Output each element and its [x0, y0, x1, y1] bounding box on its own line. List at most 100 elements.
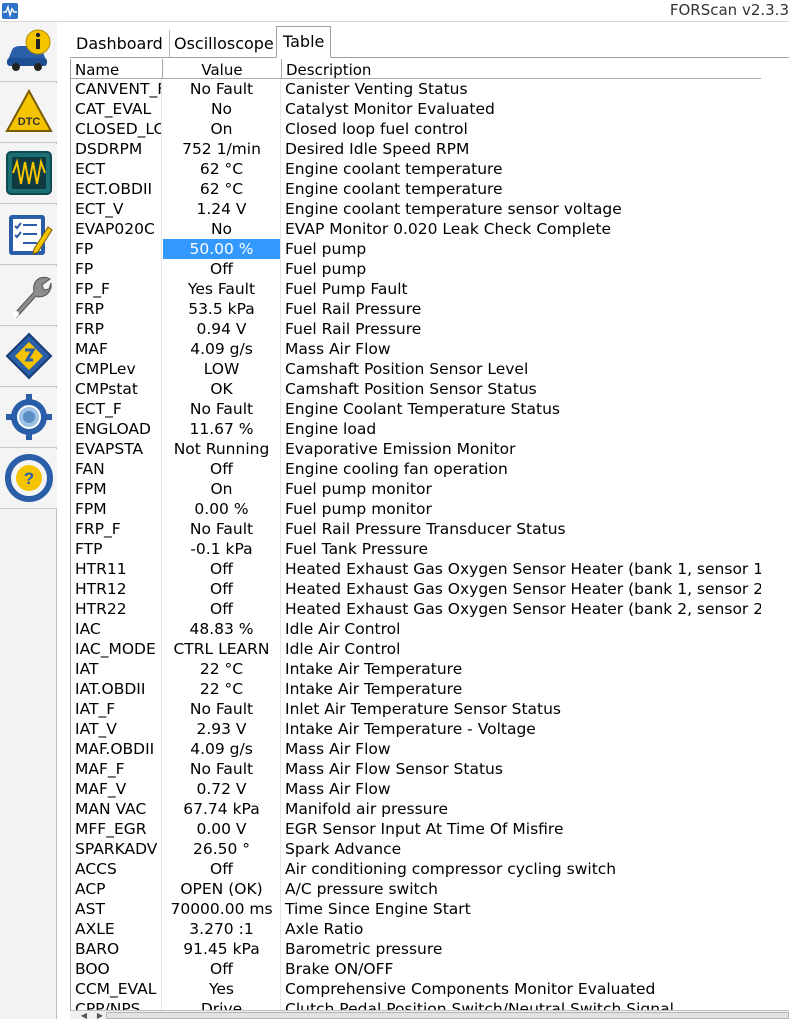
table-row[interactable]: ECT_V 1.24 V Engine coolant temperature se… [71, 199, 789, 219]
value-cell[interactable]: 62 °C [163, 159, 281, 179]
description-cell[interactable]: Air conditioning compressor cycling swit… [282, 859, 762, 879]
column-header-description[interactable]: Description [282, 59, 762, 79]
name-cell[interactable]: IAT_V [71, 719, 162, 739]
table-row[interactable]: FP_F Yes Fault Fuel Pump Fault [71, 279, 789, 299]
table-row[interactable]: ECT 62 °C Engine coolant temperature [71, 159, 789, 179]
description-cell[interactable]: Comprehensive Components Monitor Evaluat… [282, 979, 762, 999]
description-cell[interactable]: Intake Air Temperature [282, 659, 762, 679]
name-cell[interactable]: HTR11 [71, 559, 162, 579]
value-cell[interactable]: Yes Fault [163, 279, 281, 299]
name-cell[interactable]: FRP [71, 299, 162, 319]
value-cell[interactable]: On [163, 119, 281, 139]
sidebar-item-oscilloscope[interactable] [0, 144, 57, 204]
description-cell[interactable]: Mass Air Flow Sensor Status [282, 759, 762, 779]
value-cell[interactable]: 70000.00 ms [163, 899, 281, 919]
sidebar-item-service[interactable] [0, 266, 57, 326]
table-row[interactable]: CPP/NPS Drive Clutch Pedal Position Switch… [71, 999, 789, 1010]
sidebar-item-configuration[interactable] [0, 327, 57, 387]
value-cell[interactable]: 752 1/min [163, 139, 281, 159]
description-cell[interactable]: Camshaft Position Sensor Status [282, 379, 762, 399]
column-header-name[interactable]: Name [71, 59, 163, 79]
value-cell[interactable]: OK [163, 379, 281, 399]
name-cell[interactable]: FP [71, 239, 162, 259]
description-cell[interactable]: Engine Coolant Temperature Status [282, 399, 762, 419]
description-cell[interactable]: Engine cooling fan operation [282, 459, 762, 479]
name-cell[interactable]: CAT_EVAL [71, 99, 162, 119]
table-row[interactable]: CMPLev LOW Camshaft Position Sensor Level [71, 359, 789, 379]
value-cell[interactable]: 62 °C [163, 179, 281, 199]
name-cell[interactable]: FRP_F [71, 519, 162, 539]
description-cell[interactable]: Evaporative Emission Monitor [282, 439, 762, 459]
name-cell[interactable]: ECT_V [71, 199, 162, 219]
value-cell[interactable]: 50.00 % [163, 239, 281, 259]
value-cell[interactable]: No Fault [163, 759, 281, 779]
value-cell[interactable]: Yes [163, 979, 281, 999]
table-row[interactable]: MAF_V 0.72 V Mass Air Flow [71, 779, 789, 799]
table-row[interactable]: FRP 53.5 kPa Fuel Rail Pressure [71, 299, 789, 319]
name-cell[interactable]: CCM_EVAL [71, 979, 162, 999]
value-cell[interactable]: 1.24 V [163, 199, 281, 219]
sidebar-item-checklist[interactable] [0, 205, 57, 265]
sidebar-item-settings[interactable] [0, 388, 57, 448]
table-row[interactable]: ACP OPEN (OK) A/C pressure switch [71, 879, 789, 899]
sidebar-item-dtc[interactable]: DTC [0, 83, 57, 143]
value-cell[interactable]: 2.93 V [163, 719, 281, 739]
table-row[interactable]: IAT 22 °C Intake Air Temperature [71, 659, 789, 679]
description-cell[interactable]: Engine coolant temperature sensor voltag… [282, 199, 762, 219]
table-row[interactable]: IAT.OBDII 22 °C Intake Air Temperature [71, 679, 789, 699]
value-cell[interactable]: Off [163, 959, 281, 979]
description-cell[interactable]: A/C pressure switch [282, 879, 762, 899]
value-cell[interactable]: OPEN (OK) [163, 879, 281, 899]
name-cell[interactable]: EVAPSTA [71, 439, 162, 459]
value-cell[interactable]: 53.5 kPa [163, 299, 281, 319]
table-row[interactable]: ECT_F No Fault Engine Coolant Temperature … [71, 399, 789, 419]
value-cell[interactable]: No Fault [163, 699, 281, 719]
value-cell[interactable]: 22 °C [163, 679, 281, 699]
name-cell[interactable]: ACP [71, 879, 162, 899]
name-cell[interactable]: FTP [71, 539, 162, 559]
description-cell[interactable]: Heated Exhaust Gas Oxygen Sensor Heater … [282, 579, 762, 599]
name-cell[interactable]: IAC [71, 619, 162, 639]
table-row[interactable]: MAF.OBDII 4.09 g/s Mass Air Flow [71, 739, 789, 759]
name-cell[interactable]: FPM [71, 479, 162, 499]
value-cell[interactable]: Off [163, 259, 281, 279]
description-cell[interactable]: Barometric pressure [282, 939, 762, 959]
value-cell[interactable]: 4.09 g/s [163, 739, 281, 759]
name-cell[interactable]: MAF_F [71, 759, 162, 779]
value-cell[interactable]: 3.270 :1 [163, 919, 281, 939]
description-cell[interactable]: Heated Exhaust Gas Oxygen Sensor Heater … [282, 599, 762, 619]
table-row[interactable]: CLOSED_LOOPOnClosed loop fuel control [71, 119, 789, 139]
description-cell[interactable]: Fuel pump [282, 239, 762, 259]
value-cell[interactable]: Off [163, 859, 281, 879]
horizontal-scrollbar[interactable]: ◀ ▶ [70, 1010, 789, 1020]
description-cell[interactable]: Brake ON/OFF [282, 959, 762, 979]
name-cell[interactable]: DSDRPM [71, 139, 162, 159]
table-row[interactable]: IAC_MODE CTRL LEARN Idle Air Control [71, 639, 789, 659]
description-cell[interactable]: Clutch Pedal Position Switch/Neutral Swi… [282, 999, 762, 1010]
table-row[interactable]: ACCS Off Air conditioning compressor cycli… [71, 859, 789, 879]
sidebar-item-vehicle-info[interactable] [0, 22, 57, 82]
name-cell[interactable]: CLOSED_LOOP [71, 119, 162, 139]
description-cell[interactable]: Idle Air Control [282, 619, 762, 639]
description-cell[interactable]: Canister Venting Status [282, 79, 762, 99]
name-cell[interactable]: CPP/NPS [71, 999, 162, 1010]
name-cell[interactable]: HTR12 [71, 579, 162, 599]
name-cell[interactable]: SPARKADV [71, 839, 162, 859]
value-cell[interactable]: No [163, 99, 281, 119]
table-row[interactable]: AXLE 3.270 :1 Axle Ratio [71, 919, 789, 939]
table-row[interactable]: HTR12 Off Heated Exhaust Gas Oxygen Sensor… [71, 579, 789, 599]
table-row[interactable]: FRP 0.94 V Fuel Rail Pressure [71, 319, 789, 339]
description-cell[interactable]: EGR Sensor Input At Time Of Misfire [282, 819, 762, 839]
name-cell[interactable]: ECT [71, 159, 162, 179]
name-cell[interactable]: MFF_EGR [71, 819, 162, 839]
table-row[interactable]: IAT_V 2.93 V Intake Air Temperature - Volt… [71, 719, 789, 739]
name-cell[interactable]: FPM [71, 499, 162, 519]
name-cell[interactable]: BOO [71, 959, 162, 979]
value-cell[interactable]: 48.83 % [163, 619, 281, 639]
table-row[interactable]: BARO 91.45 kPa Barometric pressure [71, 939, 789, 959]
value-cell[interactable]: No Fault [163, 79, 281, 99]
tab-table[interactable]: Table [276, 26, 332, 58]
name-cell[interactable]: CMPstat [71, 379, 162, 399]
value-cell[interactable]: Off [163, 579, 281, 599]
description-cell[interactable]: Axle Ratio [282, 919, 762, 939]
